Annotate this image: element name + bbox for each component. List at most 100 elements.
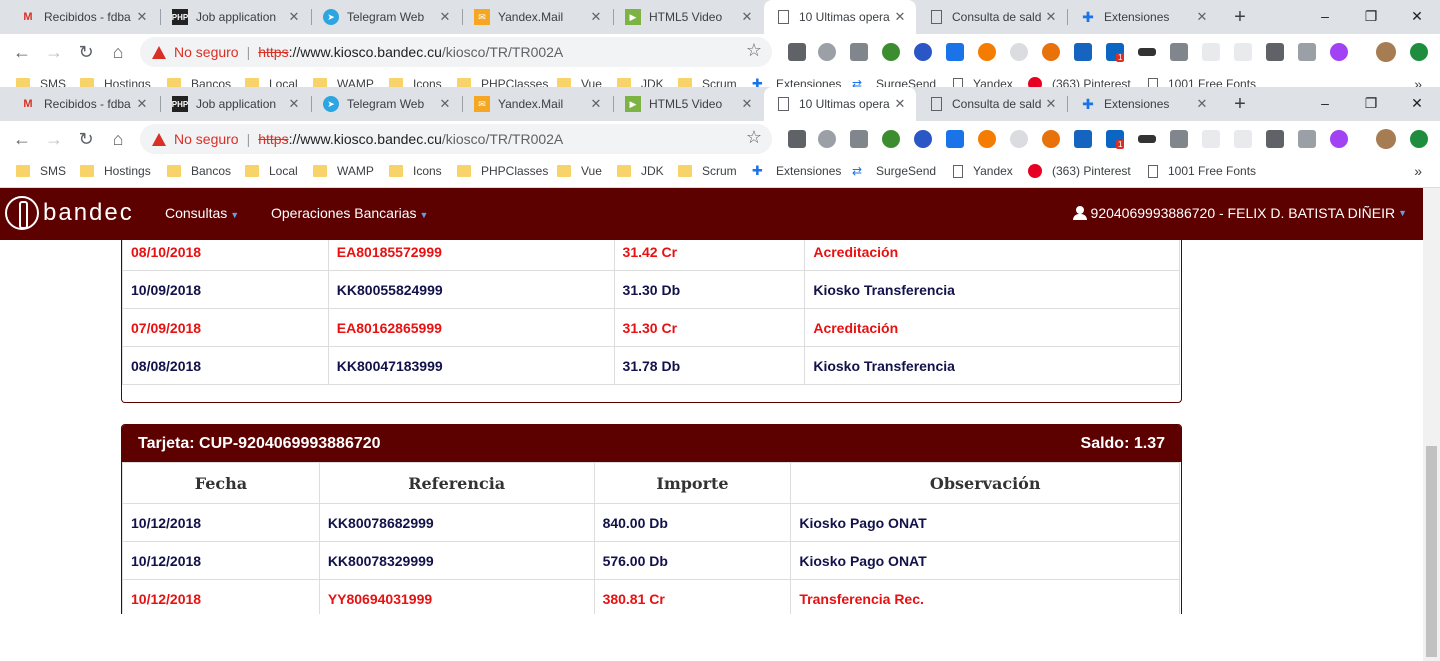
security-label[interactable]: No seguro — [174, 44, 239, 60]
close-icon[interactable]: ✕ — [437, 9, 453, 25]
bookmark-vue[interactable]: Vue — [557, 77, 602, 87]
bookmark-jdk[interactable]: JDK — [617, 164, 664, 178]
vue-extension-icon[interactable] — [1170, 130, 1188, 148]
bookmark-surgesend[interactable]: ⇄ SurgeSend — [852, 164, 936, 178]
firefox-extension-icon[interactable] — [1042, 43, 1060, 61]
bookmark-hostings[interactable]: Hostings — [80, 77, 151, 87]
close-window-button[interactable]: ✕ — [1394, 0, 1440, 34]
globe-extension-icon[interactable] — [882, 130, 900, 148]
orange-extension-icon[interactable] — [978, 43, 996, 61]
cube-extension-icon[interactable] — [818, 43, 836, 61]
bookmark-extensiones[interactable]: ✚ Extensiones — [752, 77, 841, 87]
tab-consulta-saldo[interactable]: Consulta de sald ✕ — [917, 0, 1067, 34]
close-icon[interactable]: ✕ — [1194, 9, 1210, 25]
close-icon[interactable]: ✕ — [588, 9, 604, 25]
avatar[interactable] — [1376, 42, 1396, 62]
bookmark-pinterest[interactable]: (363) Pinterest — [1028, 164, 1131, 178]
bandec-logo[interactable]: bandec — [5, 196, 134, 230]
bookmark-sms[interactable]: SMS — [16, 77, 66, 87]
k-extension-icon[interactable] — [914, 130, 932, 148]
close-icon[interactable]: ✕ — [892, 9, 908, 25]
bookmarks-more-button[interactable]: » — [1414, 163, 1422, 179]
tab-yandex-mail[interactable]: ✉ Yandex.Mail ✕ — [462, 0, 612, 34]
forward-icon[interactable]: → — [40, 38, 68, 66]
camera-extension-icon[interactable] — [1298, 130, 1316, 148]
book-extension-icon[interactable] — [1074, 130, 1092, 148]
bookmark-phpclasses[interactable]: PHPClasses — [457, 77, 548, 87]
screenshot-extension-icon[interactable] — [1266, 130, 1284, 148]
mail-extension-icon[interactable] — [788, 130, 806, 148]
linkedin-icon[interactable]: 1 — [1106, 130, 1125, 149]
close-icon[interactable]: ✕ — [588, 96, 604, 112]
bookmark-local[interactable]: Local — [245, 77, 298, 87]
close-icon[interactable]: ✕ — [739, 96, 755, 112]
close-icon[interactable]: ✕ — [286, 96, 302, 112]
bookmarks-more-button[interactable]: » — [1414, 76, 1422, 87]
linkedin-icon[interactable]: 1 — [1106, 43, 1125, 62]
save-extension-icon[interactable] — [946, 43, 964, 61]
bookmark-1001-free-fonts[interactable]: 1001 Free Fonts — [1148, 164, 1256, 178]
spy-extension-icon[interactable] — [1138, 135, 1156, 143]
hc-extension-icon[interactable] — [1202, 130, 1220, 148]
close-icon[interactable]: ✕ — [1043, 9, 1059, 25]
update-icon[interactable] — [1410, 43, 1428, 61]
minimize-button[interactable]: – — [1302, 0, 1348, 34]
close-icon[interactable]: ✕ — [437, 96, 453, 112]
tab-active[interactable]: 10 Ultimas opera ✕ — [764, 87, 916, 121]
bookmark-wamp[interactable]: WAMP — [313, 77, 374, 87]
tab-gmail[interactable]: M Recibidos - fdba ✕ — [8, 0, 158, 34]
close-icon[interactable]: ✕ — [739, 9, 755, 25]
address-bar[interactable]: No seguro | https://www.kiosco.bandec.cu… — [140, 37, 772, 67]
bookmark-wamp[interactable]: WAMP — [313, 164, 374, 178]
mail-extension-icon[interactable] — [788, 43, 806, 61]
new-tab-button[interactable]: + — [1228, 4, 1252, 30]
back-icon[interactable]: ← — [8, 38, 36, 66]
security-label[interactable]: No seguro — [174, 131, 239, 147]
address-bar[interactable]: No seguro | https://www.kiosco.bandec.cu… — [140, 124, 772, 154]
tab-active[interactable]: 10 Ultimas opera ✕ — [764, 0, 916, 34]
bookmark-extensiones[interactable]: ✚ Extensiones — [752, 164, 841, 178]
avatar[interactable] — [1376, 129, 1396, 149]
book-extension-icon[interactable] — [1074, 43, 1092, 61]
spy-extension-icon[interactable] — [1138, 48, 1156, 56]
tab-extensiones[interactable]: ✚ Extensiones ✕ — [1068, 0, 1218, 34]
bookmark-star-icon[interactable]: ☆ — [746, 127, 762, 148]
firefox-extension-icon[interactable] — [1042, 130, 1060, 148]
tab-consulta-saldo[interactable]: Consulta de sald ✕ — [917, 87, 1067, 121]
cube-extension-icon[interactable] — [818, 130, 836, 148]
tab-gmail[interactable]: M Recibidos - fdba ✕ — [8, 87, 158, 121]
menu-operaciones-bancarias[interactable]: Operaciones Bancarias ▼ — [271, 205, 428, 221]
gray-extension-icon[interactable] — [1010, 43, 1028, 61]
camera-extension-icon[interactable] — [1298, 43, 1316, 61]
back-icon[interactable]: ← — [8, 125, 36, 153]
user-menu[interactable]: 9204069993886720 - FELIX D. BATISTA DIÑE… — [1072, 205, 1407, 221]
vue-extension-icon[interactable] — [1170, 43, 1188, 61]
bookmark-star-icon[interactable]: ☆ — [746, 40, 762, 61]
tab-job-application[interactable]: PHP Job application ✕ — [160, 87, 310, 121]
grid-extension-icon[interactable] — [1234, 130, 1252, 148]
orange-extension-icon[interactable] — [978, 130, 996, 148]
monitor-extension-icon[interactable] — [850, 43, 868, 61]
save-extension-icon[interactable] — [946, 130, 964, 148]
grid-extension-icon[interactable] — [1234, 43, 1252, 61]
reload-icon[interactable]: ↻ — [72, 38, 100, 66]
close-icon[interactable]: ✕ — [892, 96, 908, 112]
bookmark-icons[interactable]: Icons — [389, 77, 442, 87]
monitor-extension-icon[interactable] — [850, 130, 868, 148]
tab-html5-video[interactable]: ▶ HTML5 Video ✕ — [613, 87, 763, 121]
close-icon[interactable]: ✕ — [1194, 96, 1210, 112]
bookmark-yandex[interactable]: Yandex — [953, 164, 1013, 178]
bookmark-local[interactable]: Local — [245, 164, 298, 178]
bookmark-scrum[interactable]: Scrum — [678, 164, 737, 178]
bookmark-vue[interactable]: Vue — [557, 164, 602, 178]
tab-telegram[interactable]: ➤ Telegram Web ✕ — [311, 87, 461, 121]
close-icon[interactable]: ✕ — [134, 96, 150, 112]
screenshot-extension-icon[interactable] — [1266, 43, 1284, 61]
bookmark-pinterest[interactable]: (363) Pinterest — [1028, 77, 1131, 87]
feather-extension-icon[interactable] — [1330, 130, 1348, 148]
home-icon[interactable]: ⌂ — [104, 38, 132, 66]
tab-extensiones[interactable]: ✚ Extensiones ✕ — [1068, 87, 1218, 121]
tab-yandex-mail[interactable]: ✉ Yandex.Mail ✕ — [462, 87, 612, 121]
hc-extension-icon[interactable] — [1202, 43, 1220, 61]
bookmark-jdk[interactable]: JDK — [617, 77, 664, 87]
